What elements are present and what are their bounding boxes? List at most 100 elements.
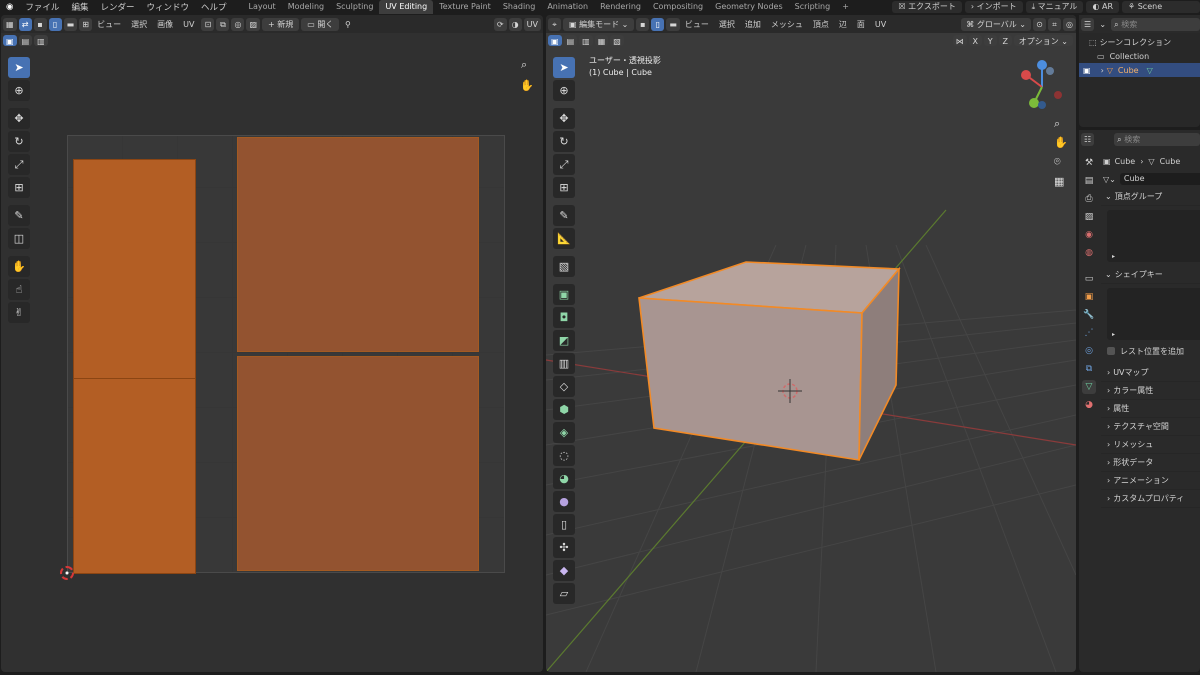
vp-rip-tool-icon[interactable]: ◆ xyxy=(553,560,575,581)
uv-menu-select[interactable]: 選択 xyxy=(126,19,152,30)
menu-help[interactable]: ヘルプ xyxy=(195,1,233,13)
uv-island-right-top[interactable] xyxy=(237,137,479,352)
vp-loopcut-tool-icon[interactable]: ▥ xyxy=(553,353,575,374)
move-tool-icon[interactable]: ✥ xyxy=(8,108,30,129)
snap-icon[interactable]: ⧉ xyxy=(216,17,230,31)
menu-render[interactable]: レンダー xyxy=(94,1,140,13)
scene-selector[interactable]: ⚘ Scene xyxy=(1122,1,1200,13)
sync-selection-icon[interactable]: ⇄ xyxy=(18,17,32,31)
gizmo-icon[interactable]: ⟳ xyxy=(493,17,507,31)
uv-menu-view[interactable]: ビュー xyxy=(92,19,126,30)
animation-panel[interactable]: › アニメーション xyxy=(1101,472,1200,490)
vp-polybuild-tool-icon[interactable]: ⬢ xyxy=(553,399,575,420)
collection-tab-icon[interactable]: ▭ xyxy=(1082,272,1096,286)
vp-knife-tool-icon[interactable]: ◇ xyxy=(553,376,575,397)
tab-compositing[interactable]: Compositing xyxy=(647,0,709,14)
vp-annotate-tool-icon[interactable]: ✎ xyxy=(553,205,575,226)
shape-keys-panel[interactable]: ⌄ シェイプキー xyxy=(1101,266,1200,284)
scene-tab-icon[interactable]: ◉ xyxy=(1082,228,1096,242)
tab-shading[interactable]: Shading xyxy=(497,0,542,14)
vp-inset-tool-icon[interactable]: ◘ xyxy=(553,307,575,328)
new-image-button[interactable]: + 新規 xyxy=(262,17,300,31)
tab-rendering[interactable]: Rendering xyxy=(594,0,647,14)
custom-properties-panel[interactable]: › カスタムプロパティ xyxy=(1101,490,1200,508)
face-select-icon[interactable]: ▬ xyxy=(63,17,78,31)
scale-tool-icon[interactable]: ⤢ xyxy=(8,154,30,175)
select-extend-icon[interactable]: ▤ xyxy=(18,34,33,46)
vp-camera-icon[interactable]: ⌾ xyxy=(1054,155,1061,169)
vp-move-tool-icon[interactable]: ✥ xyxy=(553,108,575,129)
vertex-groups-panel[interactable]: ⌄ 頂点グループ xyxy=(1101,188,1200,206)
select-tool-icon[interactable]: ➤ xyxy=(8,57,30,78)
vp-rip-edge-tool-icon[interactable]: ▱ xyxy=(553,583,575,604)
vp-transform-tool-icon[interactable]: ⊞ xyxy=(553,177,575,198)
export-button[interactable]: ☒ エクスポート xyxy=(892,1,962,13)
vp-perspective-icon[interactable]: ▦ xyxy=(1054,175,1064,188)
vp-cursor-tool-icon[interactable]: ⊕ xyxy=(553,80,575,101)
vp-shrink-tool-icon[interactable]: ● xyxy=(553,491,575,512)
image-browse-icon[interactable]: ▨ xyxy=(246,17,261,31)
overlay-icon[interactable]: ◑ xyxy=(508,17,522,31)
rip-tool-icon[interactable]: ◫ xyxy=(8,228,30,249)
cube-row[interactable]: ▣ › ▽ Cube ▽ xyxy=(1079,63,1200,77)
properties-type-icon[interactable]: ☷ xyxy=(1081,132,1095,146)
ar-button[interactable]: ◐ AR xyxy=(1086,1,1119,13)
import-button[interactable]: › インポート xyxy=(964,1,1023,13)
relax-tool-icon[interactable]: ☝ xyxy=(8,279,30,300)
rotate-tool-icon[interactable]: ↻ xyxy=(8,131,30,152)
object-tab-icon[interactable]: ▣ xyxy=(1082,290,1096,304)
output-tab-icon[interactable]: ⎙ xyxy=(1082,192,1096,206)
rest-position-row[interactable]: レスト位置を追加 xyxy=(1101,344,1200,358)
tab-animation[interactable]: Animation xyxy=(541,0,594,14)
pinch-tool-icon[interactable]: ✌ xyxy=(8,302,30,323)
rest-position-checkbox[interactable] xyxy=(1107,347,1115,355)
uv-island-left-bottom[interactable] xyxy=(73,378,196,574)
outliner-search-field[interactable]: ⌕ 検索 xyxy=(1111,17,1200,31)
uv-island-right-bottom[interactable] xyxy=(237,356,479,571)
geometry-data-panel[interactable]: › 形状データ xyxy=(1101,454,1200,472)
vp-pan-icon[interactable]: ✋ xyxy=(1054,136,1068,149)
vp-bevel-tool-icon[interactable]: ◩ xyxy=(553,330,575,351)
modifier-tab-icon[interactable]: 🔧 xyxy=(1082,308,1096,322)
open-image-button[interactable]: ▭ 開く xyxy=(301,17,340,31)
add-workspace-button[interactable]: + xyxy=(836,0,855,14)
tab-geometry-nodes[interactable]: Geometry Nodes xyxy=(709,0,788,14)
cursor-tool-icon[interactable]: ⊕ xyxy=(8,80,30,101)
tab-uv-editing[interactable]: UV Editing xyxy=(379,0,434,14)
properties-search-field[interactable]: ⌕ 検索 xyxy=(1114,132,1200,146)
color-attributes-panel[interactable]: › カラー属性 xyxy=(1101,382,1200,400)
shape-list-resize-icon[interactable]: ▸ xyxy=(1112,331,1115,338)
menu-window[interactable]: ウィンドウ xyxy=(140,1,195,13)
grab-tool-icon[interactable]: ✋ xyxy=(8,256,30,277)
tab-layout[interactable]: Layout xyxy=(243,0,282,14)
view-layer-tab-icon[interactable]: ▨ xyxy=(1082,210,1096,224)
uv-pan-icon[interactable]: ✋ xyxy=(520,79,534,92)
editor-type-icon[interactable]: ▦ xyxy=(3,17,17,31)
shape-keys-list[interactable]: ▸ xyxy=(1107,288,1200,340)
uv-zoom-icon[interactable]: ⌕ xyxy=(521,58,527,72)
tab-texture-paint[interactable]: Texture Paint xyxy=(433,0,497,14)
transform-tool-icon[interactable]: ⊞ xyxy=(8,177,30,198)
uv-2d-cursor-icon[interactable] xyxy=(60,566,74,580)
uv-menu-uv[interactable]: UV xyxy=(178,20,199,29)
menu-edit[interactable]: 編集 xyxy=(65,1,94,13)
remesh-panel[interactable]: › リメッシュ xyxy=(1101,436,1200,454)
cube-front-face[interactable] xyxy=(638,297,863,461)
vp-to-sphere-tool-icon[interactable]: ✣ xyxy=(553,537,575,558)
blender-logo-icon[interactable]: ◉ xyxy=(0,2,19,12)
outliner-type-icon[interactable]: ☰ xyxy=(1081,17,1095,31)
sticky-select-icon[interactable]: ⊞ xyxy=(79,17,93,31)
viewport-scene[interactable] xyxy=(546,15,1076,672)
vp-rotate-tool-icon[interactable]: ↻ xyxy=(553,131,575,152)
uv-grid[interactable] xyxy=(67,135,505,574)
data-tab-icon[interactable]: ▽ xyxy=(1082,380,1096,394)
texture-space-panel[interactable]: › テクスチャ空間 xyxy=(1101,418,1200,436)
select-box-icon[interactable]: ▣ xyxy=(3,34,17,46)
mesh-browse-icon[interactable]: ▽⌄ xyxy=(1103,175,1116,184)
uv-maps-panel[interactable]: › UVマップ xyxy=(1101,364,1200,382)
vp-spin-tool-icon[interactable]: ◈ xyxy=(553,422,575,443)
world-tab-icon[interactable]: ◍ xyxy=(1082,246,1096,260)
manual-button[interactable]: ⤓ マニュアル xyxy=(1025,1,1084,13)
vertex-select-icon[interactable]: ▪ xyxy=(33,17,47,31)
vertex-groups-list[interactable]: ▸ xyxy=(1107,210,1200,262)
